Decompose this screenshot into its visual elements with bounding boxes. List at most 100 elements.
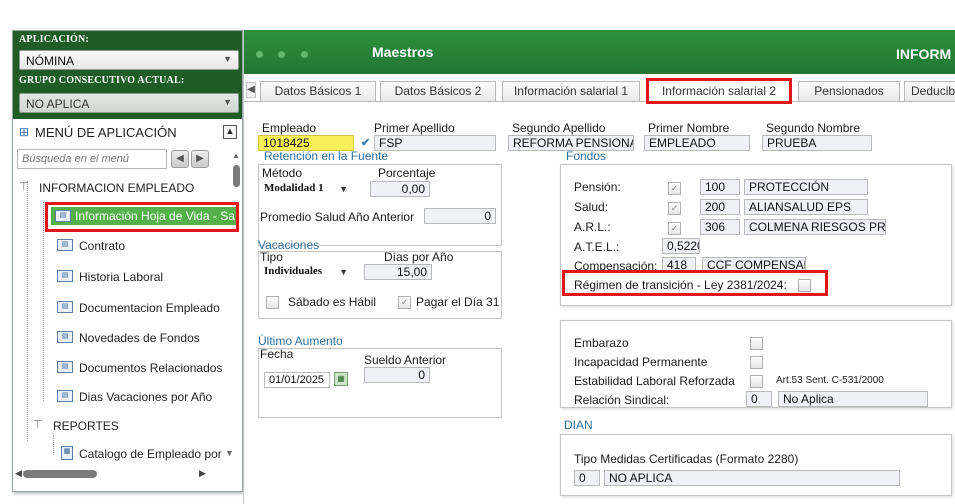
atel-field[interactable]: 0,5220 xyxy=(662,238,700,254)
tipo-vacaciones-label: Tipo xyxy=(260,250,283,264)
window-dot-icon[interactable] xyxy=(256,51,263,58)
dian-code-field[interactable]: 0 xyxy=(574,470,600,486)
salud-name-field[interactable]: ALIANSALUD EPS xyxy=(744,199,868,215)
metodo-select[interactable]: Modalidad 1 ▼ xyxy=(264,182,348,200)
form-icon: ▤ xyxy=(57,239,73,251)
pension-label: Pensión: xyxy=(574,180,621,194)
metodo-select-value: Modalidad 1 xyxy=(264,182,324,194)
pagar-dia-31-label: Pagar el Día 31 xyxy=(416,295,500,309)
tab-informacion-salarial-2[interactable]: Información salarial 2 xyxy=(646,78,792,104)
menu-header: ⊞ MENÚ DE APLICACIÓN ▲ xyxy=(19,123,241,143)
salud-checkbox[interactable]: ✓ xyxy=(668,202,681,215)
window-controls xyxy=(256,47,320,61)
tab-bar: ◀ Datos Básicos 1 Datos Básicos 2 Inform… xyxy=(244,78,955,104)
sidebar-item-label: Historia Laboral xyxy=(79,270,164,284)
regimen-transicion-checkbox[interactable] xyxy=(798,279,811,292)
sidebar-item-label: Catalogo de Empleado por xyxy=(79,447,222,461)
estabilidad-checkbox[interactable] xyxy=(750,375,763,388)
tab-datos-basicos-1[interactable]: Datos Básicos 1 xyxy=(260,81,376,101)
estabilidad-label: Estabilidad Laboral Reforzada xyxy=(574,374,735,388)
dias-por-anio-field[interactable]: 15,00 xyxy=(364,264,432,280)
sidebar-item-label: Documentos Relacionados xyxy=(79,361,223,375)
arl-name-field[interactable]: COLMENA RIESGOS PROFE xyxy=(744,219,886,235)
pension-checkbox[interactable]: ✓ xyxy=(668,182,681,195)
search-back-icon[interactable]: ◀ xyxy=(171,150,189,168)
sueldo-anterior-field[interactable]: 0 xyxy=(364,367,430,383)
group-select[interactable]: NO APLICA ▼ xyxy=(19,93,239,113)
scroll-up-icon[interactable]: ▲ xyxy=(232,151,240,160)
tipo-vacaciones-select[interactable]: Individuales ▼ xyxy=(264,265,348,283)
search-forward-icon[interactable]: ▶ xyxy=(191,150,209,168)
calendar-icon[interactable]: ▦ xyxy=(334,372,348,386)
tab-deducibles[interactable]: Deducib xyxy=(904,81,955,101)
tab-informacion-salarial-1[interactable]: Información salarial 1 xyxy=(502,81,640,101)
sidebar-horizontal-scrollbar[interactable]: ◀ ▶ xyxy=(13,468,213,479)
primer-apellido-label: Primer Apellido xyxy=(374,121,455,135)
tree-connector xyxy=(27,181,28,441)
primer-nombre-field[interactable]: EMPLEADO xyxy=(644,135,750,151)
fecha-label: Fecha xyxy=(260,347,294,361)
form-icon: ▤ xyxy=(57,390,73,402)
segundo-nombre-field[interactable]: PRUEBA xyxy=(762,135,872,151)
incapacidad-checkbox[interactable] xyxy=(750,356,763,369)
scroll-left-icon[interactable]: ◀ xyxy=(15,468,22,479)
application-sidebar: APLICACIÓN: NÓMINA ▼ GRUPO CONSECUTIVO A… xyxy=(12,30,243,492)
tree-icon: ⊞ xyxy=(19,125,30,139)
tab-scroll-left-icon[interactable]: ◀ xyxy=(246,82,256,98)
tab-datos-basicos-2[interactable]: Datos Básicos 2 xyxy=(380,81,496,101)
scrollbar-thumb[interactable] xyxy=(23,470,97,478)
primer-nombre-label: Primer Nombre xyxy=(648,121,730,135)
promedio-salud-field[interactable]: 0 xyxy=(424,208,496,224)
pagar-dia-31-checkbox[interactable]: ✓ xyxy=(398,296,411,309)
tab-pensionados[interactable]: Pensionados xyxy=(798,81,900,101)
window-dot-icon[interactable] xyxy=(300,51,308,58)
section-node-icon: ⊤ xyxy=(33,419,43,431)
dian-value-field[interactable]: NO APLICA xyxy=(604,470,900,486)
collapse-up-icon[interactable]: ▲ xyxy=(223,125,237,139)
metodo-label: Método xyxy=(262,166,303,180)
section-node-icon: ⊤ xyxy=(19,181,29,193)
application-select[interactable]: NÓMINA ▼ xyxy=(19,50,239,70)
arl-checkbox[interactable]: ✓ xyxy=(668,222,681,235)
form-icon: ▤ xyxy=(57,301,73,313)
application-label: APLICACIÓN: xyxy=(19,34,89,45)
relacion-sindical-value-field[interactable]: No Aplica xyxy=(778,391,928,407)
section-label: INFORMACION EMPLEADO xyxy=(39,181,195,195)
highlight-box xyxy=(45,202,239,232)
scrollbar-thumb[interactable] xyxy=(233,165,240,187)
scroll-down-icon[interactable]: ▼ xyxy=(225,448,234,458)
salud-label: Salud: xyxy=(574,200,609,214)
window-dot-icon[interactable] xyxy=(278,51,286,58)
empleado-label: Empleado xyxy=(262,121,317,135)
group-label: GRUPO CONSECUTIVO ACTUAL: xyxy=(19,75,185,86)
application-select-value: NÓMINA xyxy=(26,54,74,68)
porcentaje-label: Porcentaje xyxy=(378,166,436,180)
sidebar-vertical-scrollbar[interactable]: ▲ xyxy=(232,143,240,443)
lookup-check-icon[interactable]: ✔ xyxy=(361,136,370,149)
sidebar-item-label: Contrato xyxy=(79,239,126,253)
form-icon: ▤ xyxy=(57,270,73,282)
segundo-nombre-label: Segundo Nombre xyxy=(766,121,861,135)
tipo-vacaciones-value: Individuales xyxy=(264,265,323,277)
sidebar-item-label: Documentacion Empleado xyxy=(79,301,220,315)
sidebar-item-label: Novedades de Fondos xyxy=(79,331,200,345)
menu-search-input[interactable] xyxy=(17,149,167,169)
salary-info-2-form: Empleado 1018425 Primer Apellido ✔ FSP S… xyxy=(244,104,955,504)
incapacidad-label: Incapacidad Permanente xyxy=(574,355,708,369)
relacion-sindical-code-field[interactable]: 0 xyxy=(746,391,772,407)
application-selector-panel: APLICACIÓN: NÓMINA ▼ GRUPO CONSECUTIVO A… xyxy=(13,31,242,119)
fecha-field[interactable]: 01/01/2025 xyxy=(264,372,330,388)
primer-apellido-field[interactable]: FSP xyxy=(374,135,496,151)
window-right-title: INFORM xyxy=(896,46,952,62)
pension-code-field[interactable]: 100 xyxy=(700,179,740,195)
pension-name-field[interactable]: PROTECCIÓN xyxy=(744,179,868,195)
sabado-habil-checkbox[interactable] xyxy=(266,296,279,309)
scroll-right-icon[interactable]: ▶ xyxy=(199,468,206,479)
salud-code-field[interactable]: 200 xyxy=(700,199,740,215)
report-icon: ▦ xyxy=(61,446,73,460)
porcentaje-field[interactable]: 0,00 xyxy=(370,181,430,197)
sueldo-anterior-label: Sueldo Anterior xyxy=(364,353,447,367)
arl-code-field[interactable]: 306 xyxy=(700,219,740,235)
embarazo-checkbox[interactable] xyxy=(750,337,763,350)
dias-por-anio-label: Días por Año xyxy=(384,250,454,264)
